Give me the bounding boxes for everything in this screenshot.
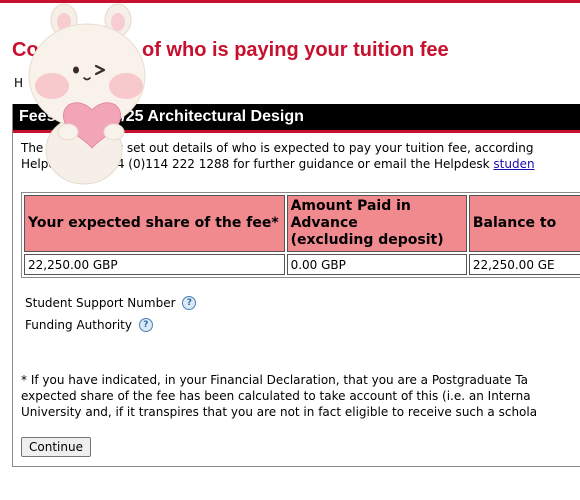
student-support-number-label: Student Support Number [25, 296, 176, 310]
cell-amount-paid: 0.00 GBP [286, 254, 467, 275]
student-support-number-row: Student Support Number ? [25, 296, 197, 310]
footnote-line-1: * If you have indicated, in your Financi… [21, 373, 529, 387]
header-amount-paid: Amount Paid in Advance (excluding deposi… [286, 195, 467, 252]
footnote: * If you have indicated, in your Financi… [21, 372, 580, 420]
cell-balance: 22,250.00 GE [468, 254, 580, 275]
help-circle-icon[interactable]: ? [182, 296, 197, 310]
footnote-line-3: University and, if it transpires that yo… [21, 405, 538, 419]
helpdesk-email-link[interactable]: studen [493, 157, 534, 171]
header-balance: Balance to [468, 195, 580, 252]
fees-table: Your expected share of the fee* Amount P… [21, 192, 580, 278]
header-expected-share: Your expected share of the fee* [24, 195, 285, 252]
table-row: 22,250.00 GBP 0.00 GBP 22,250.00 GE [24, 254, 580, 275]
funding-authority-row: Funding Authority ? [25, 318, 153, 332]
cell-expected-share: 22,250.00 GBP [24, 254, 285, 275]
bunny-sticker-icon [28, 3, 146, 185]
fees-table-header-row: Your expected share of the fee* Amount P… [24, 195, 580, 252]
footnote-line-2: expected share of the fee has been calcu… [21, 389, 531, 403]
funding-authority-label: Funding Authority [25, 318, 132, 332]
help-circle-icon[interactable]: ? [138, 318, 153, 332]
continue-button[interactable]: Continue [21, 437, 91, 457]
